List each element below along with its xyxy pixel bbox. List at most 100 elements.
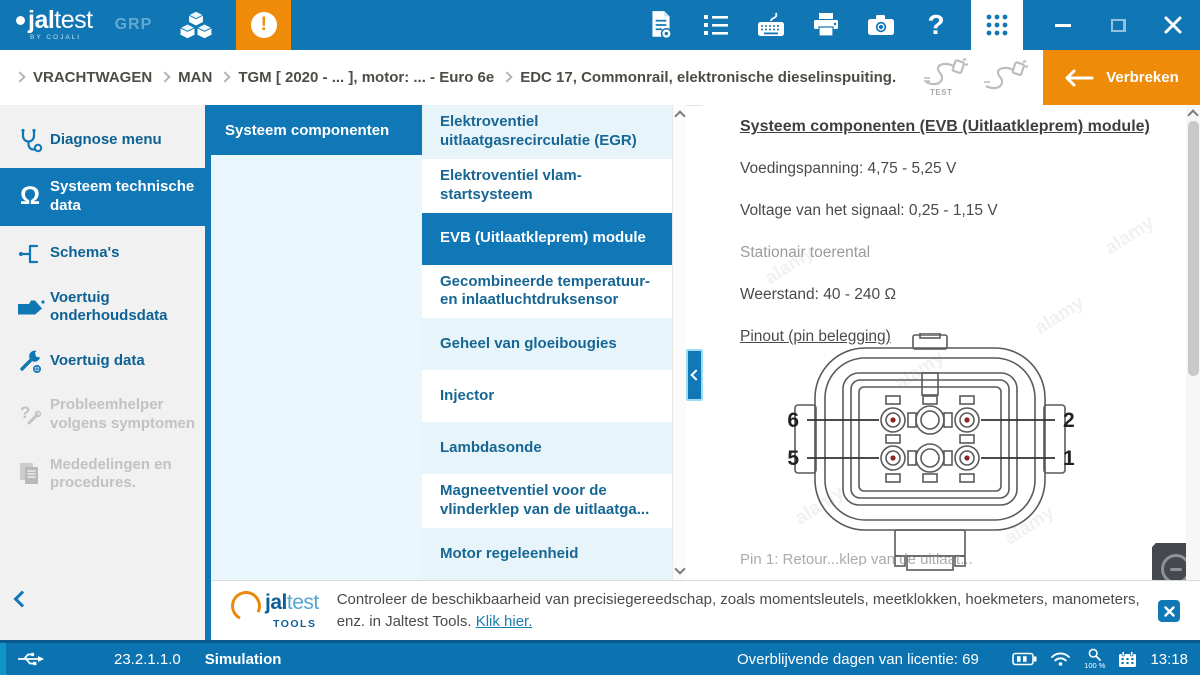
component-item[interactable]: Geheel van gloeibougies [422, 318, 672, 370]
sidebar-item-diagnose-menu[interactable]: Diagnose menu [0, 117, 205, 163]
sidebar-item-systeem-technische-data[interactable]: Ω Systeem technische data [0, 168, 205, 226]
toolbar-icons: ? [621, 0, 1200, 50]
jaltest-app-window: jal test BY COJALI GRP ! [0, 0, 1200, 675]
sidebar-item-label: Voertuig data [50, 352, 145, 371]
disconnect-label: Verbreken [1106, 69, 1179, 86]
sidebar-item-label: Systeem technische data [50, 178, 199, 216]
component-item[interactable]: Motor regeleenheid [422, 528, 672, 580]
spec-resistance: Weerstand: 40 - 240 Ω [740, 286, 1186, 304]
component-item[interactable]: Elektroventiel vlam-startsysteem [422, 159, 672, 213]
logo-text-test: test [54, 8, 92, 33]
report-icon[interactable] [646, 9, 676, 41]
pin-label-2: 2 [1063, 409, 1075, 432]
test-cable-icon: TEST [922, 58, 968, 98]
battery-icon [1012, 652, 1037, 666]
sidebar-item-voertuig-onderhoudsdata[interactable]: Voertuig onderhoudsdata [0, 279, 205, 337]
spec-signal-voltage: Voltage van het signaal: 0,25 - 1,15 V [740, 202, 1186, 220]
scroll-up-icon[interactable] [676, 112, 684, 120]
chevron-right-icon [502, 71, 513, 82]
top-bar: jal test BY COJALI GRP ! [0, 0, 1200, 50]
clock-label: 13:18 [1150, 651, 1188, 668]
scroll-up-icon[interactable] [1189, 111, 1197, 119]
sidebar-item-mededelingen: Mededelingen en procedures. [0, 446, 205, 504]
status-bar: 23.2.1.1.0 Simulation Overblijvende dage… [0, 640, 1200, 675]
scroll-down-icon[interactable] [676, 565, 684, 573]
minimize-button[interactable] [1048, 9, 1078, 41]
close-button[interactable] [1158, 9, 1188, 41]
main-sidebar: Diagnose menu Ω Systeem technische data … [0, 105, 205, 640]
magnifier-icon [1088, 648, 1101, 661]
test-label: TEST [930, 88, 952, 97]
stethoscope-icon [10, 127, 50, 153]
notification-close-button[interactable] [1158, 600, 1180, 622]
connector-pinout-diagram: 6 2 5 1 [703, 333, 1183, 580]
camera-icon[interactable] [866, 9, 896, 41]
sidebar-item-label: Mededelingen en procedures. [50, 456, 199, 494]
svg-text:?: ? [20, 403, 30, 422]
zoom-indicator: 100 % [1084, 648, 1105, 670]
wrench-icon [10, 348, 50, 374]
sidebar-item-probleemhelper: ? Probleemhelper volgens symptomen [0, 386, 205, 444]
group-item-systeem-componenten[interactable]: Systeem componenten [211, 105, 422, 155]
calendar-icon [1118, 651, 1137, 668]
apps-grid-icon[interactable] [971, 0, 1023, 50]
sidebar-item-voertuig-data[interactable]: Voertuig data [0, 338, 205, 384]
sidebar-collapse-button[interactable] [16, 593, 36, 613]
sidebar-item-label: Schema's [50, 244, 119, 263]
chevron-right-icon [14, 71, 25, 82]
sidebar-item-label: Probleemhelper volgens symptomen [50, 396, 199, 434]
component-list: Elektroventiel uitlaatgasrecirculatie (E… [422, 105, 672, 580]
alert-button[interactable]: ! [236, 0, 291, 50]
cable-icon [982, 58, 1028, 98]
disconnect-button[interactable]: Verbreken [1043, 50, 1200, 105]
version-label: 23.2.1.1.0 [114, 651, 181, 668]
jaltest-tools-logo: jal test TOOLS [231, 591, 319, 630]
logo-text-jal: jal [28, 8, 54, 33]
component-item[interactable]: Gecombineerde temperatuur- en inlaatluch… [422, 265, 672, 319]
status-accent [0, 643, 6, 675]
component-item[interactable]: Injector [422, 370, 672, 422]
klik-hier-link[interactable]: Klik hier. [476, 613, 533, 630]
detail-scrollbar-thumb[interactable] [1188, 121, 1199, 376]
logo-subtext: BY COJALI [30, 35, 93, 42]
mode-label: Simulation [205, 651, 282, 668]
connection-status-icons: TEST [922, 58, 1028, 98]
breadcrumb-vehicle-type[interactable]: VRACHTWAGEN [33, 69, 152, 86]
detail-title: Systeem componenten (EVB (Uitlaatkleprem… [740, 118, 1186, 136]
usb-icon [16, 651, 44, 667]
notification-message: Controleer de beschikbaarheid van precis… [337, 589, 1165, 633]
breadcrumb-make[interactable]: MAN [178, 69, 212, 86]
breadcrumb-model[interactable]: TGM [ 2020 - ... ], motor: ... - Euro 6e [238, 69, 494, 86]
printer-icon[interactable] [811, 9, 841, 41]
checklist-icon[interactable] [701, 9, 731, 41]
pin-label-1: 1 [1063, 447, 1075, 470]
restore-button[interactable] [1103, 9, 1133, 41]
breadcrumb-bar: VRACHTWAGEN MAN TGM [ 2020 - ... ], moto… [0, 50, 1200, 106]
panel-collapse-handle[interactable] [686, 349, 703, 401]
sidebar-item-schemas[interactable]: Schema's [0, 231, 205, 277]
component-list-scrollbar[interactable] [672, 105, 686, 580]
breadcrumb: VRACHTWAGEN MAN TGM [ 2020 - ... ], moto… [16, 50, 896, 105]
watermark-badge [1152, 543, 1186, 580]
keyboard-icon[interactable] [756, 9, 786, 41]
cubes-icon[interactable] [178, 9, 214, 41]
spec-idle-speed: Stationair toerental [740, 244, 1186, 262]
sidebar-item-label: Voertuig onderhoudsdata [50, 289, 199, 327]
group-label: Systeem componenten [225, 122, 389, 139]
close-icon [1164, 16, 1182, 34]
schematic-icon [10, 241, 50, 267]
component-item[interactable]: Magneetventiel voor de vlinderklep van d… [422, 474, 672, 528]
component-item[interactable]: Lambdasonde [422, 422, 672, 474]
wifi-icon [1050, 651, 1071, 667]
spec-supply-voltage: Voedingspanning: 4,75 - 5,25 V [740, 160, 1186, 178]
component-item-selected[interactable]: EVB (Uitlaatkleprem) module [422, 213, 672, 265]
logo-dot-icon [16, 16, 25, 25]
status-icons: 100 % 13:18 [1012, 643, 1188, 675]
breadcrumb-system[interactable]: EDC 17, Commonrail, elektronische diesel… [520, 69, 896, 86]
help-icon[interactable]: ? [921, 9, 951, 41]
chevron-left-icon [14, 591, 31, 608]
component-item[interactable]: Elektroventiel uitlaatgasrecirculatie (E… [422, 105, 672, 159]
sidebar-item-label: Diagnose menu [50, 131, 162, 150]
zoom-level: 100 % [1084, 662, 1105, 670]
detail-panel: Systeem componenten (EVB (Uitlaatkleprem… [703, 105, 1186, 580]
